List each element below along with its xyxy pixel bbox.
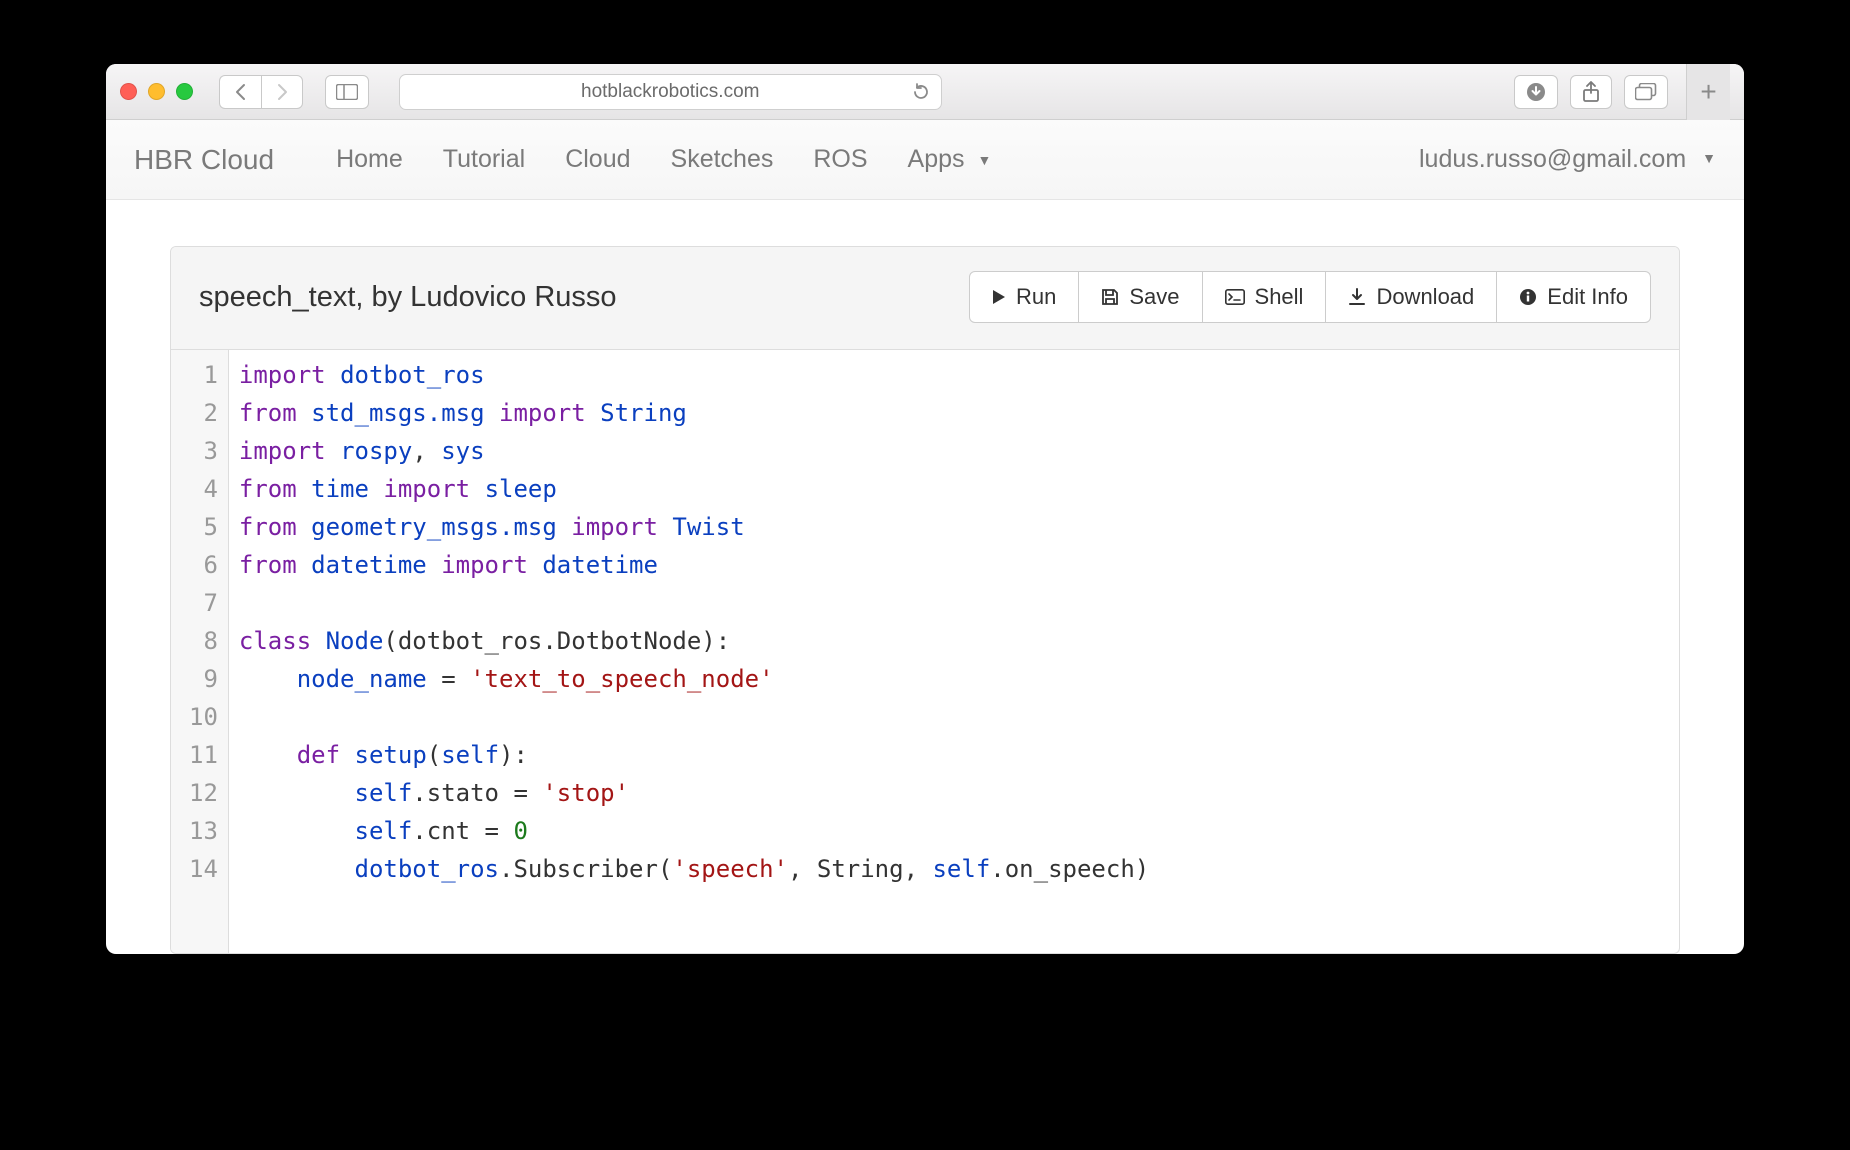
share-icon <box>1582 81 1600 103</box>
sketch-panel: speech_text, by Ludovico Russo Run Save … <box>170 246 1680 954</box>
code-line[interactable]: node_name = 'text_to_speech_node' <box>239 660 1149 698</box>
line-number: 12 <box>189 774 218 812</box>
address-bar-text: hotblackrobotics.com <box>581 81 759 103</box>
back-button[interactable] <box>219 75 261 109</box>
share-button[interactable] <box>1570 75 1612 109</box>
caret-down-icon: ▼ <box>1702 150 1716 166</box>
line-number: 11 <box>189 736 218 774</box>
code-line[interactable]: def setup(self): <box>239 736 1149 774</box>
new-tab-button[interactable]: + <box>1686 64 1730 120</box>
brand[interactable]: HBR Cloud <box>134 144 274 176</box>
nav-back-forward-group <box>219 75 303 109</box>
download-circle-icon <box>1525 81 1547 103</box>
reload-icon <box>911 82 931 102</box>
code-editor[interactable]: 1234567891011121314 import dotbot_rosfro… <box>171 350 1679 953</box>
nav-home[interactable]: Home <box>336 145 403 174</box>
window-controls <box>120 83 193 100</box>
code-line[interactable]: import dotbot_ros <box>239 356 1149 394</box>
line-number-gutter: 1234567891011121314 <box>171 350 229 953</box>
code-area[interactable]: import dotbot_rosfrom std_msgs.msg impor… <box>229 350 1149 953</box>
code-line[interactable]: import rospy, sys <box>239 432 1149 470</box>
minimize-window-button[interactable] <box>148 83 165 100</box>
forward-button[interactable] <box>261 75 303 109</box>
nav-apps[interactable]: Apps ▼ <box>908 145 992 174</box>
panel-title: speech_text, by Ludovico Russo <box>199 281 617 314</box>
downloads-button[interactable] <box>1514 75 1558 109</box>
line-number: 4 <box>189 470 218 508</box>
code-line[interactable] <box>239 584 1149 622</box>
nav-user-menu[interactable]: ludus.russo@gmail.com ▼ <box>1419 145 1716 174</box>
code-line[interactable]: from datetime import datetime <box>239 546 1149 584</box>
download-icon <box>1348 288 1366 306</box>
line-number: 9 <box>189 660 218 698</box>
reload-button[interactable] <box>911 82 931 102</box>
line-number: 2 <box>189 394 218 432</box>
save-button[interactable]: Save <box>1079 271 1202 323</box>
panel-header: speech_text, by Ludovico Russo Run Save … <box>171 247 1679 350</box>
edit-info-button[interactable]: Edit Info <box>1497 271 1651 323</box>
line-number: 14 <box>189 850 218 888</box>
info-icon <box>1519 288 1537 306</box>
code-line[interactable]: from geometry_msgs.msg import Twist <box>239 508 1149 546</box>
page-content: speech_text, by Ludovico Russo Run Save … <box>106 200 1744 954</box>
save-icon <box>1101 288 1119 306</box>
sidebar-toggle-button[interactable] <box>325 75 369 109</box>
fullscreen-window-button[interactable] <box>176 83 193 100</box>
tabs-icon <box>1635 83 1657 101</box>
line-number: 7 <box>189 584 218 622</box>
play-icon <box>992 289 1006 305</box>
line-number: 1 <box>189 356 218 394</box>
nav-sketches[interactable]: Sketches <box>671 145 774 174</box>
nav-user-email: ludus.russo@gmail.com <box>1419 145 1686 174</box>
chevron-left-icon <box>234 83 248 101</box>
tabs-button[interactable] <box>1624 75 1668 109</box>
line-number: 10 <box>189 698 218 736</box>
address-bar[interactable]: hotblackrobotics.com <box>399 74 942 110</box>
chevron-right-icon <box>275 83 289 101</box>
terminal-icon <box>1225 289 1245 305</box>
code-line[interactable]: self.stato = 'stop' <box>239 774 1149 812</box>
plus-icon: + <box>1700 76 1716 108</box>
shell-button[interactable]: Shell <box>1203 271 1327 323</box>
caret-down-icon: ▼ <box>977 152 991 168</box>
line-number: 3 <box>189 432 218 470</box>
sidebar-icon <box>336 84 358 100</box>
code-line[interactable]: from time import sleep <box>239 470 1149 508</box>
line-number: 8 <box>189 622 218 660</box>
browser-titlebar: hotblackrobotics.com <box>106 64 1744 120</box>
code-line[interactable]: from std_msgs.msg import String <box>239 394 1149 432</box>
browser-window: hotblackrobotics.com <box>106 64 1744 954</box>
line-number: 13 <box>189 812 218 850</box>
nav-cloud[interactable]: Cloud <box>565 145 630 174</box>
download-button[interactable]: Download <box>1326 271 1497 323</box>
line-number: 6 <box>189 546 218 584</box>
code-line[interactable] <box>239 698 1149 736</box>
nav-ros[interactable]: ROS <box>813 145 867 174</box>
nav-tutorial[interactable]: Tutorial <box>443 145 525 174</box>
code-line[interactable]: self.cnt = 0 <box>239 812 1149 850</box>
line-number: 5 <box>189 508 218 546</box>
run-button[interactable]: Run <box>969 271 1079 323</box>
panel-toolbar: Run Save Shell Download <box>969 271 1651 323</box>
close-window-button[interactable] <box>120 83 137 100</box>
app-navbar: HBR Cloud Home Tutorial Cloud Sketches R… <box>106 120 1744 200</box>
code-line[interactable]: dotbot_ros.Subscriber('speech', String, … <box>239 850 1149 888</box>
code-line[interactable]: class Node(dotbot_ros.DotbotNode): <box>239 622 1149 660</box>
